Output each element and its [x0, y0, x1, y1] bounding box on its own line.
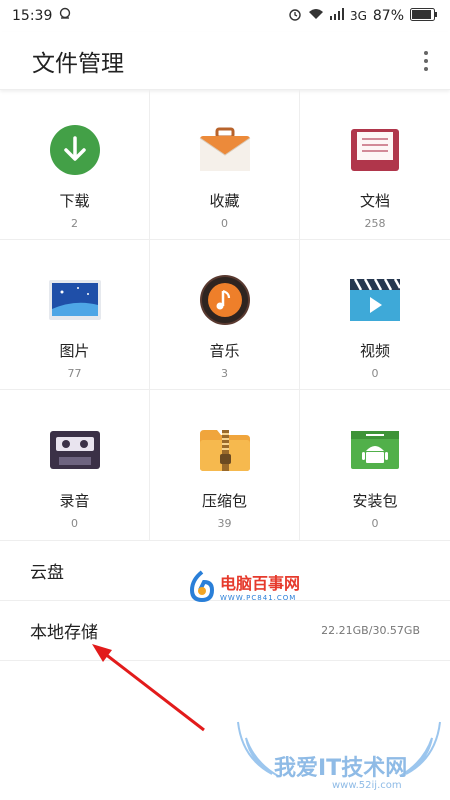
- watermark-site2-name: 我爱IT技术网: [274, 756, 408, 781]
- category-music[interactable]: 音乐 3: [150, 240, 300, 390]
- battery-icon: [410, 7, 438, 25]
- category-count: 0: [371, 367, 379, 380]
- app-header: 文件管理: [0, 32, 450, 90]
- category-count: 0: [221, 217, 228, 230]
- category-count: 0: [371, 517, 379, 530]
- watermark-52ij: 我爱IT技术网 www.52ij.com: [232, 718, 446, 796]
- category-count: 0: [71, 517, 78, 530]
- video-icon: [347, 272, 403, 328]
- category-installers[interactable]: 安装包 0: [300, 390, 450, 540]
- image-icon: [47, 272, 103, 328]
- category-label: 文档: [359, 192, 390, 210]
- category-download[interactable]: 下载 2: [0, 90, 150, 240]
- category-count: 258: [364, 217, 386, 230]
- watermark-site-name: 电脑百事网: [220, 574, 301, 593]
- watermark-pc841: 电脑百事网 WWW.PC841.COM: [188, 570, 300, 602]
- cloud-drive-label: 云盘: [30, 563, 64, 583]
- page-title: 文件管理: [32, 50, 124, 77]
- notification-icon: [58, 7, 72, 25]
- category-favorites[interactable]: 收藏 0: [150, 90, 300, 240]
- category-count: 39: [217, 517, 232, 530]
- category-label: 安装包: [352, 492, 398, 510]
- category-label: 收藏: [209, 192, 240, 210]
- category-grid: 下载 2 收藏 0 文档 258 图片 77 音乐 3 视频 0 录音 0 压缩…: [0, 90, 450, 541]
- category-video[interactable]: 视频 0: [300, 240, 450, 390]
- category-archives[interactable]: 压缩包 39: [150, 390, 300, 540]
- category-label: 压缩包: [201, 492, 247, 510]
- music-icon: [197, 272, 253, 328]
- category-count: 2: [71, 217, 78, 230]
- category-label: 录音: [59, 492, 90, 510]
- download-icon: [47, 122, 103, 178]
- local-storage-label: 本地存储: [30, 623, 98, 643]
- android-icon: [347, 422, 403, 478]
- category-label: 图片: [59, 342, 90, 360]
- watermark-logo-icon: [189, 570, 215, 602]
- storage-usage: 22.21GB/30.57GB: [321, 624, 420, 637]
- network-type: 3G: [349, 9, 367, 23]
- more-options-icon[interactable]: [416, 46, 436, 76]
- category-label: 下载: [59, 192, 90, 210]
- battery-percent: 87%: [372, 8, 404, 24]
- cassette-icon: [47, 422, 103, 478]
- watermark-site-url: WWW.PC841.COM: [220, 594, 297, 602]
- wifi-icon: [308, 8, 324, 24]
- status-bar: 15:39 3G 87%: [0, 0, 450, 32]
- category-images[interactable]: 图片 77: [0, 240, 150, 390]
- category-recordings[interactable]: 录音 0: [0, 390, 150, 540]
- category-label: 视频: [359, 342, 390, 360]
- signal-icon: [329, 8, 344, 24]
- category-documents[interactable]: 文档 258: [300, 90, 450, 240]
- zip-icon: [197, 422, 253, 478]
- watermark-site2-url: www.52ij.com: [332, 780, 402, 791]
- briefcase-icon: [197, 122, 253, 178]
- category-count: 3: [221, 367, 228, 380]
- category-label: 音乐: [209, 342, 240, 360]
- category-count: 77: [67, 367, 82, 380]
- local-storage-row[interactable]: 本地存储 22.21GB/30.57GB: [0, 601, 450, 661]
- status-time: 15:39: [12, 8, 53, 24]
- document-icon: [347, 122, 403, 178]
- alarm-icon: [288, 7, 302, 25]
